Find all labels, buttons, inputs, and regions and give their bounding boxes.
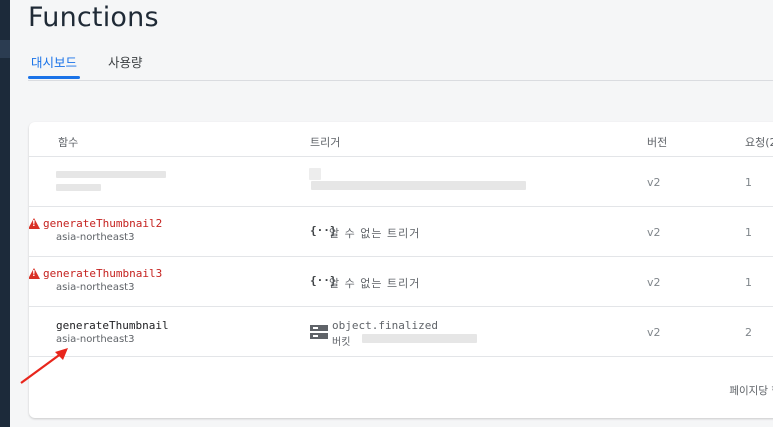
tab-dashboard-label: 대시보드 [31,55,78,70]
table-header-row: 함수 트리거 버전 요청(2 [29,122,773,157]
storage-bucket-icon [310,325,328,339]
header-trigger[interactable]: 트리거 [310,134,340,150]
function-name-link[interactable]: generateThumbnail2 [43,217,162,230]
tab-bar: 대시보드 사용량 [28,52,773,81]
bucket-label: 버킷 [332,337,351,348]
redacted-region [56,184,101,191]
active-tab-indicator [28,76,81,79]
left-rail [0,0,10,427]
function-name-link[interactable]: generateThumbnail3 [43,267,162,280]
requests-cell: 1 [745,276,752,289]
requests-cell: 1 [745,176,752,189]
header-requests[interactable]: 요청(2 [745,134,773,150]
table-row[interactable]: generateThumbnail2 asia-northeast3 {··} … [29,206,773,257]
version-cell: v2 [647,326,661,339]
header-function[interactable]: 함수 [58,134,78,150]
trigger-text: 알 수 없는 트리거 [329,227,421,240]
error-warning-icon [29,268,40,279]
table-row[interactable]: generateThumbnail asia-northeast3 object… [29,306,773,357]
functions-table-card: 함수 트리거 버전 요청(2 v2 1 generateThumbnail2 a… [29,122,773,418]
function-region: asia-northeast3 [56,232,135,243]
tab-dashboard[interactable]: 대시보드 [28,52,81,79]
error-warning-icon [29,218,40,229]
rows-per-page-label: 페이지당 항 [729,385,773,397]
redacted-bucket-name [362,334,477,343]
trigger-text: 알 수 없는 트리거 [329,277,421,290]
table-row[interactable]: generateThumbnail3 asia-northeast3 {··} … [29,256,773,307]
trigger-event: object.finalized [332,319,438,332]
header-version[interactable]: 버전 [647,134,667,150]
requests-cell: 1 [745,226,752,239]
redacted-function-name [56,171,166,178]
version-cell: v2 [647,176,661,189]
tab-usage-label: 사용량 [108,55,143,70]
unknown-trigger-icon: {··} [310,274,337,287]
tab-usage[interactable]: 사용량 [105,52,146,71]
table-row[interactable]: v2 1 [29,156,773,207]
requests-cell: 2 [745,326,752,339]
left-rail-marker [0,40,10,58]
annotation-arrow-icon [20,348,68,384]
version-cell: v2 [647,226,661,239]
function-region: asia-northeast3 [56,282,135,293]
redacted-trigger [311,181,526,190]
version-cell: v2 [647,276,661,289]
function-name-link[interactable]: generateThumbnail [56,319,169,332]
redacted-trigger-icon [309,168,321,180]
unknown-trigger-icon: {··} [310,224,337,237]
page-title: Functions [28,2,159,33]
